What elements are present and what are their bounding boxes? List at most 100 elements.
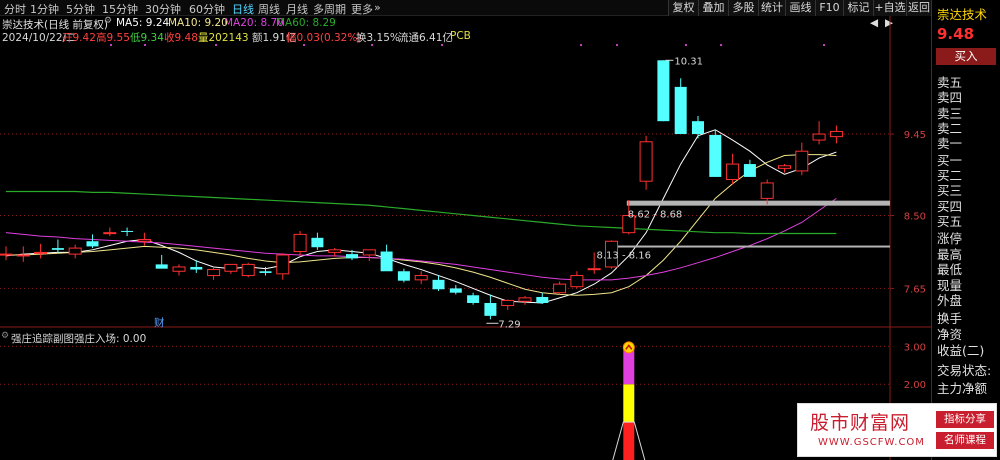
event-dot <box>303 44 305 46</box>
candle[interactable] <box>68 244 82 259</box>
event-dot <box>371 44 373 46</box>
candle-body-down <box>536 296 549 303</box>
candle[interactable] <box>293 230 307 256</box>
candle[interactable] <box>34 243 48 259</box>
candle[interactable] <box>726 153 740 185</box>
candle[interactable] <box>276 253 290 280</box>
candle[interactable] <box>709 129 722 177</box>
candle[interactable] <box>829 125 843 144</box>
signal-bar-segment <box>623 422 635 460</box>
candle-body-up <box>414 275 428 281</box>
kline-chart[interactable]: 9.45 8.50 7.65 10.31 7.29 8.62 - 8.68 8.13 - … <box>0 0 931 460</box>
sub-tick-label: 2.00 <box>904 380 926 391</box>
candle[interactable] <box>0 246 13 261</box>
candle-body-down <box>155 264 168 269</box>
candle[interactable] <box>795 142 809 176</box>
candle-body-up <box>207 269 221 277</box>
candle[interactable] <box>414 271 428 285</box>
panel-label-outer-vol: 外盘 <box>937 293 963 308</box>
candle-body-up <box>726 163 740 180</box>
candle[interactable] <box>172 264 186 276</box>
candle[interactable] <box>362 249 376 261</box>
support-label: 8.13 - 8.16 <box>597 251 652 262</box>
candle[interactable] <box>311 232 324 250</box>
signal-bar-segment <box>623 384 635 423</box>
candle[interactable] <box>501 299 515 310</box>
sub-tick-label: 3.00 <box>904 342 926 353</box>
candle[interactable] <box>812 121 826 145</box>
support-line <box>616 245 890 248</box>
price-tick-label: 7.65 <box>904 284 926 295</box>
watermark-tag-share: 指标分享 <box>936 411 994 428</box>
candle-body-up <box>812 133 826 141</box>
candle-body-down <box>259 271 272 273</box>
candle-body-up <box>829 130 843 138</box>
candle-body-down <box>121 230 134 232</box>
candle-body-up <box>276 254 290 275</box>
candle[interactable] <box>760 179 774 205</box>
watermark-logo: 股市财富网 WWW.GSCFW.COM 指标分享 名师课程 <box>797 403 997 457</box>
panel-label-eps: 收益(二) <box>937 343 985 358</box>
candle-body-up <box>172 266 186 272</box>
low-marker-label: 7.29 <box>498 319 520 330</box>
candle[interactable] <box>674 78 687 135</box>
candle[interactable] <box>743 159 756 177</box>
candle[interactable] <box>155 254 168 269</box>
candle-body-down <box>709 134 722 177</box>
candle-body-up <box>553 283 567 294</box>
candle[interactable] <box>103 227 117 237</box>
candle-body-up <box>328 249 342 253</box>
candle[interactable] <box>86 234 99 249</box>
candle[interactable] <box>224 263 238 274</box>
candle-body-up <box>362 249 376 256</box>
candle-body-up <box>795 150 809 172</box>
watermark-title: 股市财富网 <box>810 412 911 434</box>
subchart-settings-icon[interactable]: ⚙ <box>1 331 9 341</box>
candle[interactable] <box>137 232 151 246</box>
candle-body-down <box>657 60 670 122</box>
high-marker-label: 10.31 <box>674 56 703 67</box>
candle[interactable] <box>484 294 497 320</box>
candle-body-up <box>224 263 238 272</box>
candle-body-down <box>467 295 480 303</box>
watermark-tag-course: 名师课程 <box>936 432 994 449</box>
candle-body-up <box>639 141 653 182</box>
candle[interactable] <box>657 60 670 122</box>
candle-body-up <box>241 263 255 277</box>
event-dot <box>144 44 146 46</box>
candle[interactable] <box>536 292 549 304</box>
finance-event-marker[interactable]: 财 <box>154 316 165 329</box>
candle[interactable] <box>432 275 445 291</box>
resistance-label: 8.62 - 8.68 <box>628 210 683 221</box>
candle-body-down <box>346 254 358 259</box>
candle-body-up <box>0 253 13 256</box>
candle[interactable] <box>692 116 704 139</box>
panel-label-main-net: 主力净额 <box>937 381 988 396</box>
candle[interactable] <box>380 244 393 272</box>
candle[interactable] <box>121 227 134 237</box>
candle[interactable] <box>553 281 567 295</box>
candle-body-down <box>380 251 393 272</box>
candle[interactable] <box>639 135 653 190</box>
candle[interactable] <box>467 292 480 305</box>
candle[interactable] <box>207 266 221 280</box>
candle[interactable] <box>241 262 255 278</box>
candle[interactable] <box>51 239 64 254</box>
event-dot <box>580 44 582 46</box>
ma60-line <box>6 190 837 235</box>
candle[interactable] <box>778 164 791 173</box>
buy-button[interactable]: 买入 <box>936 48 996 65</box>
watermark-url: WWW.GSCFW.COM <box>818 437 925 448</box>
candle[interactable] <box>518 296 532 305</box>
price-tick-label: 8.50 <box>904 212 926 223</box>
candle-body-up <box>778 165 791 169</box>
candle-body-up <box>587 268 601 271</box>
candle[interactable] <box>449 284 462 295</box>
candle[interactable] <box>570 271 584 289</box>
candle-body-down <box>397 271 410 281</box>
candle-body-up <box>760 182 774 199</box>
candle-body-down <box>86 241 99 247</box>
subchart-title: 强庄追踪副图 <box>11 333 74 345</box>
candle-body-down <box>674 86 687 135</box>
candle[interactable] <box>397 268 410 283</box>
